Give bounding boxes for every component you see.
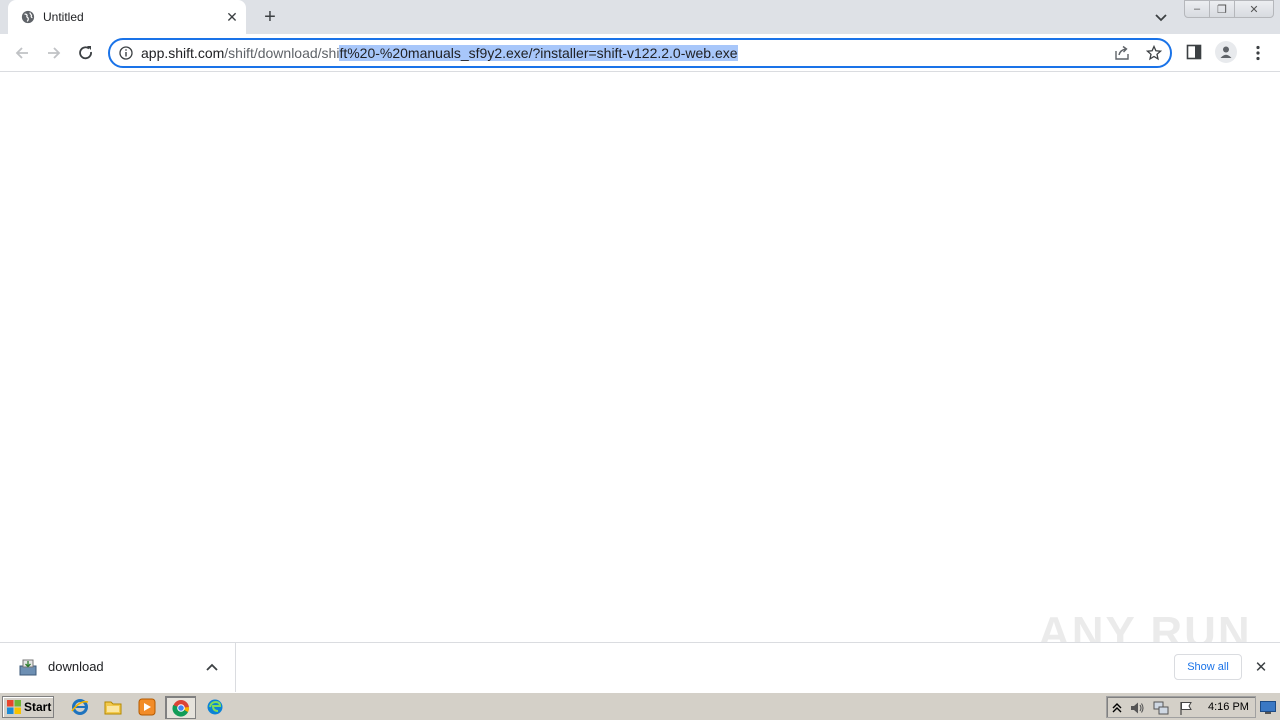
page-content bbox=[0, 72, 1280, 642]
chrome-taskbar-button[interactable] bbox=[165, 696, 196, 719]
download-shelf: download Show all ✕ bbox=[0, 642, 1280, 692]
show-desktop-icon[interactable] bbox=[1260, 701, 1276, 714]
new-tab-button[interactable]: + bbox=[259, 6, 281, 28]
arrow-right-icon bbox=[48, 47, 61, 59]
window-close-button[interactable]: ✕ bbox=[1234, 0, 1274, 18]
side-panel-icon[interactable] bbox=[1186, 44, 1202, 60]
tab-close-button[interactable]: ✕ bbox=[224, 9, 240, 25]
url-selected-text: ft%20-%20manuals_sf9y2.exe/?installer=sh… bbox=[339, 45, 738, 61]
internet-explorer-icon[interactable] bbox=[70, 698, 90, 716]
window-minimize-button[interactable]: ‒ bbox=[1184, 0, 1210, 18]
address-bar[interactable]: app.shift.com/shift/download/shift%20-%2… bbox=[108, 38, 1172, 68]
browser-menu-button[interactable] bbox=[1250, 43, 1266, 63]
folder-icon[interactable] bbox=[103, 698, 123, 716]
close-download-shelf-button[interactable]: ✕ bbox=[1253, 659, 1269, 676]
download-item-name: download bbox=[48, 659, 104, 674]
person-icon bbox=[1220, 46, 1232, 58]
vertical-dots-icon bbox=[1256, 45, 1260, 61]
tab-untitled[interactable]: Untitled ✕ bbox=[8, 0, 246, 34]
windows-logo-icon bbox=[7, 700, 21, 714]
share-icon[interactable] bbox=[1114, 45, 1130, 61]
reload-button[interactable] bbox=[74, 42, 98, 64]
network-icon[interactable] bbox=[1153, 700, 1169, 716]
url-text[interactable]: app.shift.com/shift/download/shift%20-%2… bbox=[141, 45, 738, 61]
download-item[interactable]: download bbox=[0, 643, 236, 692]
bookmark-star-icon[interactable] bbox=[1146, 45, 1162, 61]
chevron-up-icon[interactable] bbox=[204, 659, 220, 675]
media-player-icon[interactable] bbox=[137, 698, 157, 716]
arrow-left-icon bbox=[15, 47, 28, 59]
tab-title: Untitled bbox=[43, 10, 84, 24]
show-hidden-icons-icon[interactable] bbox=[1109, 700, 1125, 716]
action-center-flag-icon[interactable] bbox=[1178, 700, 1194, 716]
globe-icon bbox=[21, 10, 35, 24]
profile-avatar-button[interactable] bbox=[1215, 41, 1237, 63]
volume-icon[interactable] bbox=[1129, 700, 1145, 716]
windows-taskbar: Start 4:16 PM bbox=[0, 692, 1280, 720]
browser-toolbar: app.shift.com/shift/download/shift%20-%2… bbox=[0, 34, 1280, 72]
reload-icon bbox=[79, 46, 92, 60]
taskbar-clock[interactable]: 4:16 PM bbox=[1208, 701, 1249, 713]
installer-file-icon bbox=[19, 659, 37, 676]
start-button[interactable]: Start bbox=[2, 696, 54, 718]
url-path: /shift/download/shi bbox=[224, 45, 340, 61]
start-label: Start bbox=[24, 700, 52, 714]
tab-search-chevron-icon[interactable] bbox=[1152, 8, 1170, 26]
forward-button[interactable] bbox=[42, 42, 66, 64]
back-button[interactable] bbox=[10, 42, 34, 64]
edge-icon[interactable] bbox=[205, 698, 225, 716]
tab-strip: Untitled ✕ + ‒ ❐ ✕ bbox=[0, 0, 1280, 34]
show-all-downloads-button[interactable]: Show all bbox=[1174, 654, 1242, 680]
site-info-icon[interactable] bbox=[119, 46, 133, 60]
window-maximize-button[interactable]: ❐ bbox=[1209, 0, 1235, 18]
url-host: app.shift.com bbox=[141, 45, 225, 61]
chrome-icon bbox=[172, 700, 190, 717]
